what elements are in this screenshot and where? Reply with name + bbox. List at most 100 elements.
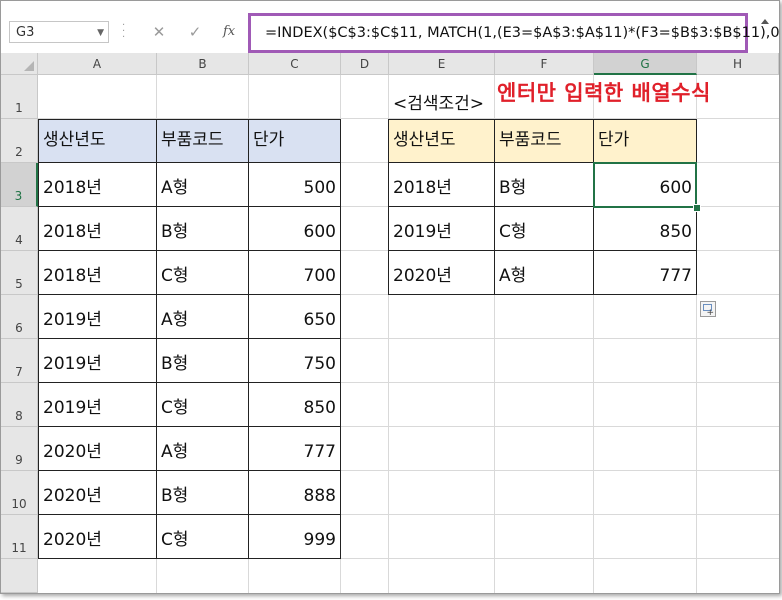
source-table-cell[interactable]: A형 <box>157 295 249 339</box>
column-header-e[interactable]: E <box>389 53 495 75</box>
formula-bar: G3 ▼ · · · ✕ ✓ fx =INDEX($C$3:$C$11, MATCH… <box>1 1 779 53</box>
enter-icon[interactable]: ✓ <box>184 21 206 43</box>
source-table-cell[interactable]: 700 <box>249 251 341 295</box>
source-table-cell[interactable]: A형 <box>157 163 249 207</box>
cell-text: 2019년 <box>393 222 452 242</box>
source-table-cell[interactable]: 999 <box>249 515 341 559</box>
function-icon[interactable]: fx <box>223 21 243 43</box>
source-table-cell[interactable]: 650 <box>249 295 341 339</box>
source-table-cell[interactable]: 2018년 <box>38 251 157 295</box>
column-header-a[interactable]: A <box>38 53 157 75</box>
result-header-cell[interactable]: 생산년도 <box>388 119 495 163</box>
cell-text: 2018년 <box>43 222 102 242</box>
array-formula-annotation: 엔터만 입력한 배열수식 <box>497 81 711 105</box>
fill-handle[interactable] <box>693 204 701 212</box>
row-number: 2 <box>15 145 23 159</box>
result-table-cell[interactable]: 777 <box>594 251 697 295</box>
result-table-cell[interactable]: 2020년 <box>388 251 495 295</box>
row-header-1[interactable]: 1 <box>1 75 38 119</box>
column-header-h[interactable]: H <box>697 53 779 75</box>
source-table-cell[interactable]: A형 <box>157 427 249 471</box>
source-table-cell[interactable]: 2018년 <box>38 163 157 207</box>
source-table-cell[interactable]: B형 <box>157 339 249 383</box>
cell-text: 2019년 <box>43 310 102 330</box>
cell-text: A형 <box>499 266 527 286</box>
row-header-2[interactable]: 2 <box>1 119 38 163</box>
source-table-cell[interactable]: 600 <box>249 207 341 251</box>
row-number: 1 <box>15 101 23 115</box>
row-header-10[interactable]: 10 <box>1 471 38 515</box>
search-condition-label[interactable]: <검색조건> <box>393 89 484 114</box>
cell-text: 999 <box>303 530 336 550</box>
column-header-d[interactable]: D <box>341 53 389 75</box>
cancel-icon[interactable]: ✕ <box>148 21 170 43</box>
result-table-cell[interactable]: C형 <box>495 207 594 251</box>
column-header-g[interactable]: G <box>594 53 697 75</box>
result-table-cell[interactable]: 850 <box>594 207 697 251</box>
source-table-cell[interactable]: 850 <box>249 383 341 427</box>
source-table-cell[interactable]: B형 <box>157 471 249 515</box>
formula-expand-icon[interactable] <box>758 19 772 49</box>
active-cell-selection[interactable] <box>593 162 697 208</box>
cell-text: C형 <box>499 222 527 242</box>
row-header-12[interactable] <box>1 559 38 593</box>
excel-window: G3 ▼ · · · ✕ ✓ fx =INDEX($C$3:$C$11, MATCH… <box>0 0 780 594</box>
result-table-cell[interactable]: B형 <box>495 163 594 207</box>
cell-text: A형 <box>161 442 189 462</box>
source-table-cell[interactable]: 2020년 <box>38 471 157 515</box>
cell-text: B형 <box>161 222 189 242</box>
source-table-cell[interactable]: 2019년 <box>38 339 157 383</box>
select-all-button[interactable] <box>1 53 38 75</box>
cell-text: 2019년 <box>43 354 102 374</box>
row-number: 8 <box>15 409 23 423</box>
source-table-cell[interactable]: 2019년 <box>38 383 157 427</box>
quick-analysis-icon[interactable] <box>700 301 716 318</box>
source-table-cell[interactable]: 2018년 <box>38 207 157 251</box>
row-header-6[interactable]: 6 <box>1 295 38 339</box>
source-table-cell[interactable]: 2020년 <box>38 427 157 471</box>
column-header-b[interactable]: B <box>157 53 249 75</box>
cell-text: 750 <box>303 354 336 374</box>
source-table-cell[interactable]: C형 <box>157 383 249 427</box>
cell-text: 2020년 <box>43 486 102 506</box>
formula-input[interactable]: =INDEX($C$3:$C$11, MATCH(1,(E3=$A$3:$A$1… <box>248 13 779 53</box>
cell-text: 생산년도 <box>43 130 106 150</box>
source-header-cell[interactable]: 단가 <box>249 119 341 163</box>
source-table-cell[interactable]: 750 <box>249 339 341 383</box>
source-table-cell[interactable]: 888 <box>249 471 341 515</box>
cell-text: C형 <box>161 398 189 418</box>
result-table-cell[interactable]: 2019년 <box>388 207 495 251</box>
row-number: 6 <box>15 321 23 335</box>
row-number: 10 <box>11 497 27 511</box>
result-table-cell[interactable]: A형 <box>495 251 594 295</box>
row-number: 4 <box>15 233 23 247</box>
row-header-3[interactable]: 3 <box>1 163 38 207</box>
row-header-8[interactable]: 8 <box>1 383 38 427</box>
name-box[interactable]: G3 ▼ <box>9 21 109 43</box>
source-table-cell[interactable]: 777 <box>249 427 341 471</box>
column-header-c[interactable]: C <box>249 53 341 75</box>
row-header-4[interactable]: 4 <box>1 207 38 251</box>
cell-text: C형 <box>161 530 189 550</box>
source-table-cell[interactable]: 2019년 <box>38 295 157 339</box>
result-table-cell[interactable]: 2018년 <box>388 163 495 207</box>
row-header-11[interactable]: 11 <box>1 515 38 559</box>
row-header-9[interactable]: 9 <box>1 427 38 471</box>
source-table-cell[interactable]: 500 <box>249 163 341 207</box>
source-table-cell[interactable]: C형 <box>157 251 249 295</box>
cell-text: 700 <box>303 266 336 286</box>
source-header-cell[interactable]: 생산년도 <box>38 119 157 163</box>
row-number: 5 <box>15 277 23 291</box>
result-header-cell[interactable]: 단가 <box>594 119 697 163</box>
source-table-cell[interactable]: C형 <box>157 515 249 559</box>
cell-text: 2020년 <box>43 530 102 550</box>
row-header-7[interactable]: 7 <box>1 339 38 383</box>
row-header-5[interactable]: 5 <box>1 251 38 295</box>
cell-text: 단가 <box>598 130 630 150</box>
chevron-down-icon[interactable]: ▼ <box>97 22 104 44</box>
source-table-cell[interactable]: B형 <box>157 207 249 251</box>
column-header-f[interactable]: F <box>495 53 594 75</box>
source-header-cell[interactable]: 부품코드 <box>157 119 249 163</box>
result-header-cell[interactable]: 부품코드 <box>495 119 594 163</box>
source-table-cell[interactable]: 2020년 <box>38 515 157 559</box>
